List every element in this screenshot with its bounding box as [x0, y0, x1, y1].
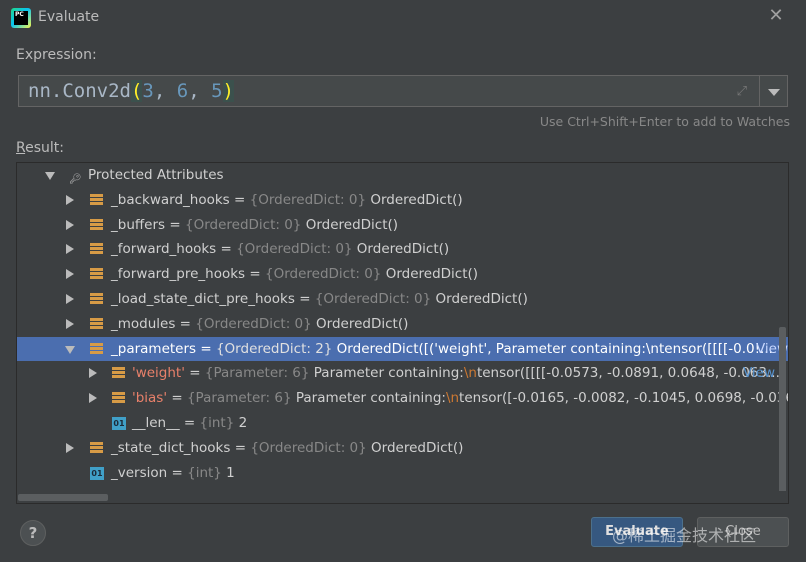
expand-arrow-icon[interactable]: [89, 393, 97, 404]
tree-node-version[interactable]: 01 _version = {int} 1: [17, 461, 788, 486]
tree-node-forward-pre-hooks[interactable]: _forward_pre_hooks = {OrderedDict: 0} Or…: [17, 262, 788, 287]
horizontal-scrollbar-thumb[interactable]: [18, 494, 108, 501]
field-icon: [112, 367, 125, 380]
horizontal-scrollbar[interactable]: [17, 491, 788, 503]
field-icon: [90, 243, 103, 256]
field-icon: [90, 441, 103, 454]
expand-arrow-icon[interactable]: [89, 368, 97, 379]
field-icon: [90, 317, 103, 330]
close-icon[interactable]: ✕: [766, 6, 786, 26]
expand-arrow-icon[interactable]: [66, 269, 74, 280]
tree-node-modules[interactable]: _modules = {OrderedDict: 0} OrderedDict(…: [17, 312, 788, 337]
result-tree[interactable]: 🔑︎ Protected Attributes _backward_hooks …: [16, 162, 789, 504]
field-icon: [90, 268, 103, 281]
tree-node-buffers[interactable]: _buffers = {OrderedDict: 0} OrderedDict(…: [17, 213, 788, 238]
tree-node-parameters[interactable]: _parameters = {OrderedDict: 2} OrderedDi…: [17, 336, 788, 362]
tree-node-load-state-dict-pre-hooks[interactable]: _load_state_dict_pre_hooks = {OrderedDic…: [17, 287, 788, 312]
title-bar: PC Evaluate ✕: [0, 0, 806, 38]
int-icon: 01: [112, 417, 126, 430]
int-icon: 01: [90, 466, 104, 480]
result-label: Result:: [16, 140, 64, 156]
expression-history-dropdown[interactable]: [760, 75, 788, 107]
expression-input[interactable]: nn.Conv2d(3, 6, 5) ⤢: [18, 75, 760, 107]
field-icon: [90, 193, 103, 206]
collapse-arrow-icon[interactable]: [65, 345, 75, 354]
field-icon: [90, 342, 103, 355]
vertical-scrollbar[interactable]: [776, 327, 788, 493]
expand-arrow-icon[interactable]: [66, 219, 74, 230]
vertical-scrollbar-thumb[interactable]: [779, 327, 786, 493]
expand-arrow-icon[interactable]: [66, 318, 74, 329]
expression-label: Expression:: [16, 47, 97, 63]
field-icon: [112, 392, 125, 405]
expand-arrow-icon[interactable]: [66, 294, 74, 304]
pycharm-app-icon: PC: [11, 8, 31, 28]
collapse-arrow-icon[interactable]: [45, 172, 55, 180]
close-button[interactable]: Close: [697, 517, 789, 547]
expand-editor-icon[interactable]: ⤢: [737, 84, 747, 99]
watches-hint: Use Ctrl+Shift+Enter to add to Watches: [539, 114, 790, 129]
tree-node-weight[interactable]: 'weight' = {Parameter: 6} Parameter cont…: [17, 361, 788, 386]
tree-node-protected-attributes[interactable]: 🔑︎ Protected Attributes: [17, 163, 788, 188]
view-link[interactable]: View: [743, 361, 775, 385]
tree-node-len[interactable]: 01 __len__ = {int} 2: [17, 411, 788, 436]
expand-arrow-icon[interactable]: [66, 442, 74, 453]
tree-node-bias[interactable]: 'bias' = {Parameter: 6} Parameter contai…: [17, 386, 788, 411]
expand-arrow-icon[interactable]: [66, 244, 74, 255]
tree-node-state-dict-hooks[interactable]: _state_dict_hooks = {OrderedDict: 0} Ord…: [17, 436, 788, 461]
field-icon: [90, 218, 103, 231]
tree-node-forward-hooks[interactable]: _forward_hooks = {OrderedDict: 0} Ordere…: [17, 237, 788, 262]
window-title: Evaluate: [38, 9, 100, 25]
tree-node-backward-hooks[interactable]: _backward_hooks = {OrderedDict: 0} Order…: [17, 188, 788, 213]
evaluate-button[interactable]: Evaluate: [591, 517, 683, 547]
expand-arrow-icon[interactable]: [66, 194, 74, 205]
field-icon: [90, 293, 103, 305]
help-button[interactable]: ?: [20, 520, 46, 546]
expression-text[interactable]: nn.Conv2d(3, 6, 5): [28, 80, 234, 102]
